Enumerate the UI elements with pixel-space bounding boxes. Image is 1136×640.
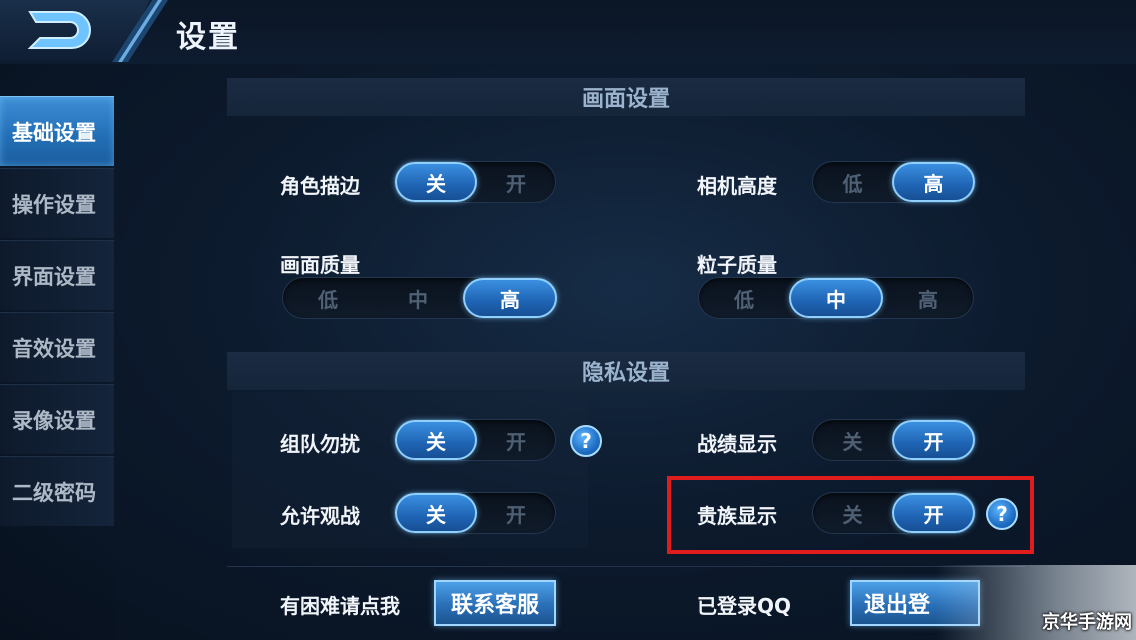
particle-quality-label: 粒子质量 (697, 253, 777, 277)
sidebar-item-interface[interactable]: 界面设置 (0, 240, 114, 310)
page-title: 设置 (176, 20, 240, 55)
footer-divider (227, 566, 1025, 567)
allow-spectate-label: 允许观战 (280, 504, 360, 528)
outline-label: 角色描边 (280, 174, 360, 198)
team-dnd-option-on[interactable]: 开 (477, 420, 555, 460)
camera-height-toggle: 低 高 (812, 161, 976, 203)
sidebar: 基础设置 操作设置 界面设置 音效设置 录像设置 二级密码 (0, 96, 114, 528)
particle-option-low[interactable]: 低 (699, 278, 789, 318)
team-dnd-label: 组队勿扰 (280, 432, 360, 456)
sidebar-item-controls[interactable]: 操作设置 (0, 168, 114, 238)
sidebar-item-audio[interactable]: 音效设置 (0, 312, 114, 382)
outline-option-on[interactable]: 开 (477, 162, 555, 202)
quality-option-high[interactable]: 高 (463, 278, 557, 318)
logged-in-qq-text: 已登录QQ (697, 594, 792, 618)
record-option-on[interactable]: 开 (892, 420, 975, 460)
sidebar-item-replay[interactable]: 录像设置 (0, 384, 114, 454)
team-dnd-toggle: 关 开 (394, 419, 556, 461)
watermark-text: 京华手游网 (1042, 612, 1132, 633)
camera-height-label: 相机高度 (697, 174, 777, 198)
graphics-quality-label: 画面质量 (280, 253, 360, 277)
spectate-option-off[interactable]: 关 (395, 493, 477, 533)
team-dnd-help-icon[interactable]: ? (570, 425, 602, 457)
graphics-quality-toggle: 低 中 高 (282, 277, 558, 319)
team-dnd-option-off[interactable]: 关 (395, 420, 477, 460)
outline-toggle: 关 开 (394, 161, 556, 203)
contact-support-button[interactable]: 联系客服 (434, 580, 556, 626)
allow-spectate-toggle: 关 开 (394, 492, 556, 534)
particle-option-high[interactable]: 高 (883, 278, 973, 318)
particle-option-medium[interactable]: 中 (789, 278, 883, 318)
sidebar-item-secondary-password[interactable]: 二级密码 (0, 456, 114, 526)
section-header-privacy: 隐私设置 (227, 352, 1025, 390)
section-header-graphics: 画面设置 (227, 78, 1025, 116)
back-arrow-icon (27, 11, 91, 49)
outline-option-off[interactable]: 关 (395, 162, 477, 202)
header-divider (112, 0, 168, 62)
camera-option-high[interactable]: 高 (892, 162, 975, 202)
record-display-label: 战绩显示 (697, 432, 777, 456)
record-display-toggle: 关 开 (812, 419, 976, 461)
help-prompt-text: 有困难请点我 (280, 594, 400, 618)
top-bar: 设置 (0, 0, 1136, 64)
sidebar-item-basic[interactable]: 基础设置 (0, 96, 114, 166)
spectate-option-on[interactable]: 开 (477, 493, 555, 533)
record-option-off[interactable]: 关 (813, 420, 892, 460)
quality-option-low[interactable]: 低 (283, 278, 373, 318)
camera-option-low[interactable]: 低 (813, 162, 892, 202)
highlight-annotation-box (667, 476, 1034, 554)
particle-quality-toggle: 低 中 高 (698, 277, 974, 319)
quality-option-medium[interactable]: 中 (373, 278, 463, 318)
